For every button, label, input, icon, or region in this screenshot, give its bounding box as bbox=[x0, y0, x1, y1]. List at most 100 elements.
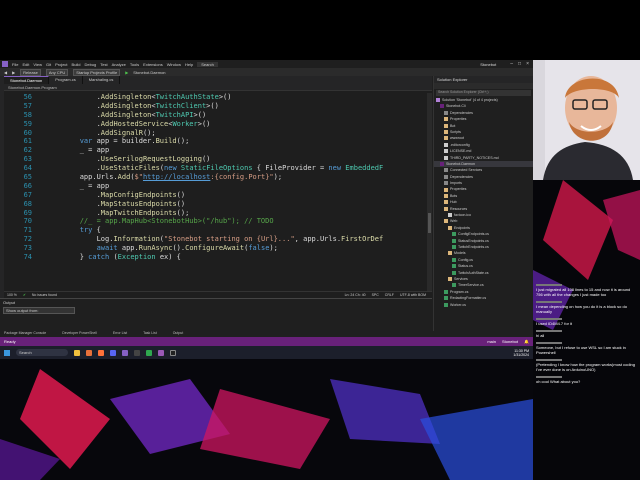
menu-search[interactable]: Search bbox=[197, 61, 218, 67]
file-explorer-icon[interactable] bbox=[74, 349, 80, 356]
line-number: 56 bbox=[23, 93, 32, 101]
code-token: >() bbox=[206, 101, 219, 110]
app-icon[interactable] bbox=[146, 349, 152, 356]
code-line[interactable]: 69 . MapTwitchEndpoints (); bbox=[4, 209, 432, 218]
windows-start-icon[interactable] bbox=[4, 349, 10, 356]
minimize-icon[interactable]: – bbox=[510, 61, 513, 67]
visual-studio-icon[interactable] bbox=[122, 349, 128, 356]
solution-tree-item-label: Connected Services bbox=[450, 168, 483, 173]
media-app-icon[interactable] bbox=[158, 349, 164, 356]
startup-profile-dropdown[interactable]: Startup Projects Profile bbox=[73, 68, 121, 76]
code-line[interactable]: 64 . UseStaticFiles(new StaticFileOptions… bbox=[4, 164, 432, 173]
code-token: AddSignalR bbox=[100, 128, 143, 137]
solution-search-input[interactable]: Search Solution Explorer (Ctrl+;) bbox=[436, 90, 531, 96]
obs-icon[interactable] bbox=[170, 349, 176, 356]
menu-item-build[interactable]: Build bbox=[72, 62, 81, 67]
code-line[interactable]: 73 await app. RunAsync (). ConfigureAwait(f… bbox=[4, 244, 432, 253]
code-token: MapStatusEndpoints bbox=[100, 199, 177, 208]
solution-tree-item-label: Resources bbox=[450, 206, 468, 211]
cursor-position: Ln: 24 Ch: 40 bbox=[344, 293, 366, 297]
code-line[interactable]: 72 Log. Information("Stonebot starting on… bbox=[4, 235, 432, 244]
output-source-dropdown[interactable]: Show output from: bbox=[3, 307, 75, 314]
file-icon bbox=[452, 264, 456, 269]
maximize-icon[interactable]: □ bbox=[518, 61, 521, 67]
terminal-icon[interactable] bbox=[134, 349, 140, 356]
close-icon[interactable]: × bbox=[526, 61, 529, 67]
menu-item-file[interactable]: File bbox=[12, 62, 18, 67]
menu-item-extensions[interactable]: Extensions bbox=[143, 62, 163, 67]
navigation-bar[interactable]: Stonebot.Daemon.Program bbox=[4, 84, 432, 91]
browser-icon[interactable] bbox=[86, 349, 92, 356]
taskbar-clock[interactable]: 11:30 PM 1/31/2024 bbox=[513, 349, 529, 357]
code-line[interactable]: 65 app.Urls. Add($" http://localhost:{conf… bbox=[4, 173, 432, 182]
code-token: >() bbox=[193, 110, 207, 119]
run-target-button[interactable]: Stonebot.Daemon bbox=[133, 70, 165, 75]
chat-message-text: (Pretending I know how the program works… bbox=[536, 362, 635, 372]
forward-icon[interactable]: ▶ bbox=[12, 70, 15, 75]
code-line[interactable]: 67 . MapConfigEndpoints() bbox=[4, 191, 432, 200]
code-line[interactable]: 66 _ = app bbox=[4, 182, 432, 191]
menu-item-tools[interactable]: Tools bbox=[130, 62, 139, 67]
code-line[interactable]: 59 . AddHostedService < Worker >() bbox=[4, 120, 432, 129]
code-token: app = builder. bbox=[92, 137, 156, 146]
menu-item-analyze[interactable]: Analyze bbox=[112, 62, 126, 67]
scrollbar-thumb[interactable] bbox=[428, 213, 431, 233]
menu-item-project[interactable]: Project bbox=[55, 62, 67, 67]
branch-indicator[interactable]: main bbox=[487, 339, 496, 344]
tab-program-cs[interactable]: Program.cs bbox=[49, 76, 83, 84]
tab-stonebot-daemon[interactable]: Stonebot.Daemon bbox=[4, 76, 50, 84]
chat-app-icon[interactable] bbox=[110, 349, 116, 356]
code-token: app. bbox=[117, 244, 139, 253]
solution-tree-item[interactable]: Worker.cs bbox=[434, 302, 533, 308]
code-line[interactable]: 63 . UseSerilogRequestLogging() bbox=[4, 155, 432, 164]
repo-indicator[interactable]: Stonebot bbox=[502, 339, 518, 344]
menu-item-debug[interactable]: Debug bbox=[84, 62, 96, 67]
gutter bbox=[36, 217, 46, 226]
code-line[interactable]: 56 . AddSingleton < TwitchAuthState >() bbox=[4, 93, 432, 102]
chat-message-text: I mean depending on how you do it is a b… bbox=[536, 304, 627, 314]
gutter bbox=[36, 93, 46, 102]
back-icon[interactable]: ◀ bbox=[4, 70, 7, 75]
file-icon bbox=[448, 225, 452, 230]
menu-item-edit[interactable]: Edit bbox=[22, 62, 29, 67]
configuration-dropdown[interactable]: Release bbox=[20, 68, 41, 76]
menu-item-view[interactable]: View bbox=[33, 62, 42, 67]
code-token: new bbox=[328, 164, 342, 173]
neon-shapes bbox=[0, 369, 533, 480]
file-icon bbox=[444, 302, 448, 307]
platform-dropdown[interactable]: Any CPU bbox=[45, 68, 69, 76]
menu-item-window[interactable]: Window bbox=[167, 62, 181, 67]
line-number: 67 bbox=[23, 190, 32, 199]
code-area[interactable]: 56 . AddSingleton < TwitchAuthState >() 57 .A… bbox=[4, 93, 432, 291]
run-icon[interactable]: ▶ bbox=[125, 70, 128, 75]
taskbar-search[interactable]: Search bbox=[16, 349, 68, 356]
file-icon bbox=[444, 193, 448, 198]
tab-marshaling-cs[interactable]: Marshaling.cs bbox=[83, 76, 121, 84]
code-token: Exception bbox=[117, 253, 156, 262]
code-token: AddHostedService bbox=[100, 119, 169, 128]
code-line[interactable]: 71 try { bbox=[4, 226, 432, 235]
code-line[interactable]: 70 //_ = app.MapHub<StonebotHub>("/hub")… bbox=[4, 217, 432, 226]
code-token: (); bbox=[176, 137, 190, 146]
solution-tree-item-label: Services bbox=[454, 276, 468, 281]
code-token: ConfigureAwait bbox=[185, 244, 245, 253]
issues-status[interactable]: No issues found bbox=[32, 293, 57, 297]
code-line[interactable]: 74 } catch (Exception ex) { bbox=[4, 253, 432, 262]
code-token: UseSerilogRequestLogging bbox=[100, 155, 202, 164]
editor-scrollbar[interactable] bbox=[427, 93, 432, 291]
bell-icon[interactable]: 🔔 bbox=[524, 339, 529, 344]
code-line[interactable]: 58 . AddSingleton < TwitchAPI >() bbox=[4, 111, 432, 120]
firefox-icon[interactable] bbox=[98, 349, 104, 356]
code-line[interactable]: 62 _ = app bbox=[4, 146, 432, 155]
code-line[interactable]: 60 . AddSignalR (); bbox=[4, 129, 432, 138]
code-line[interactable]: 68 . MapStatusEndpoints() bbox=[4, 200, 432, 209]
solution-tree-item-label: Program.cs bbox=[450, 289, 469, 294]
code-line[interactable]: 57 . AddSingleton < TwitchClient >() bbox=[4, 102, 432, 111]
menu-item-help[interactable]: Help bbox=[185, 62, 193, 67]
code-line[interactable]: 61 var app = builder. Build (); bbox=[4, 137, 432, 146]
gutter bbox=[36, 111, 46, 120]
zoom-level[interactable]: 100 % bbox=[7, 293, 17, 297]
chat-message: Someone, but I refuse to use WSL so I am… bbox=[536, 342, 638, 355]
menu-item-git[interactable]: Git bbox=[46, 62, 51, 67]
menu-item-test[interactable]: Test bbox=[100, 62, 107, 67]
